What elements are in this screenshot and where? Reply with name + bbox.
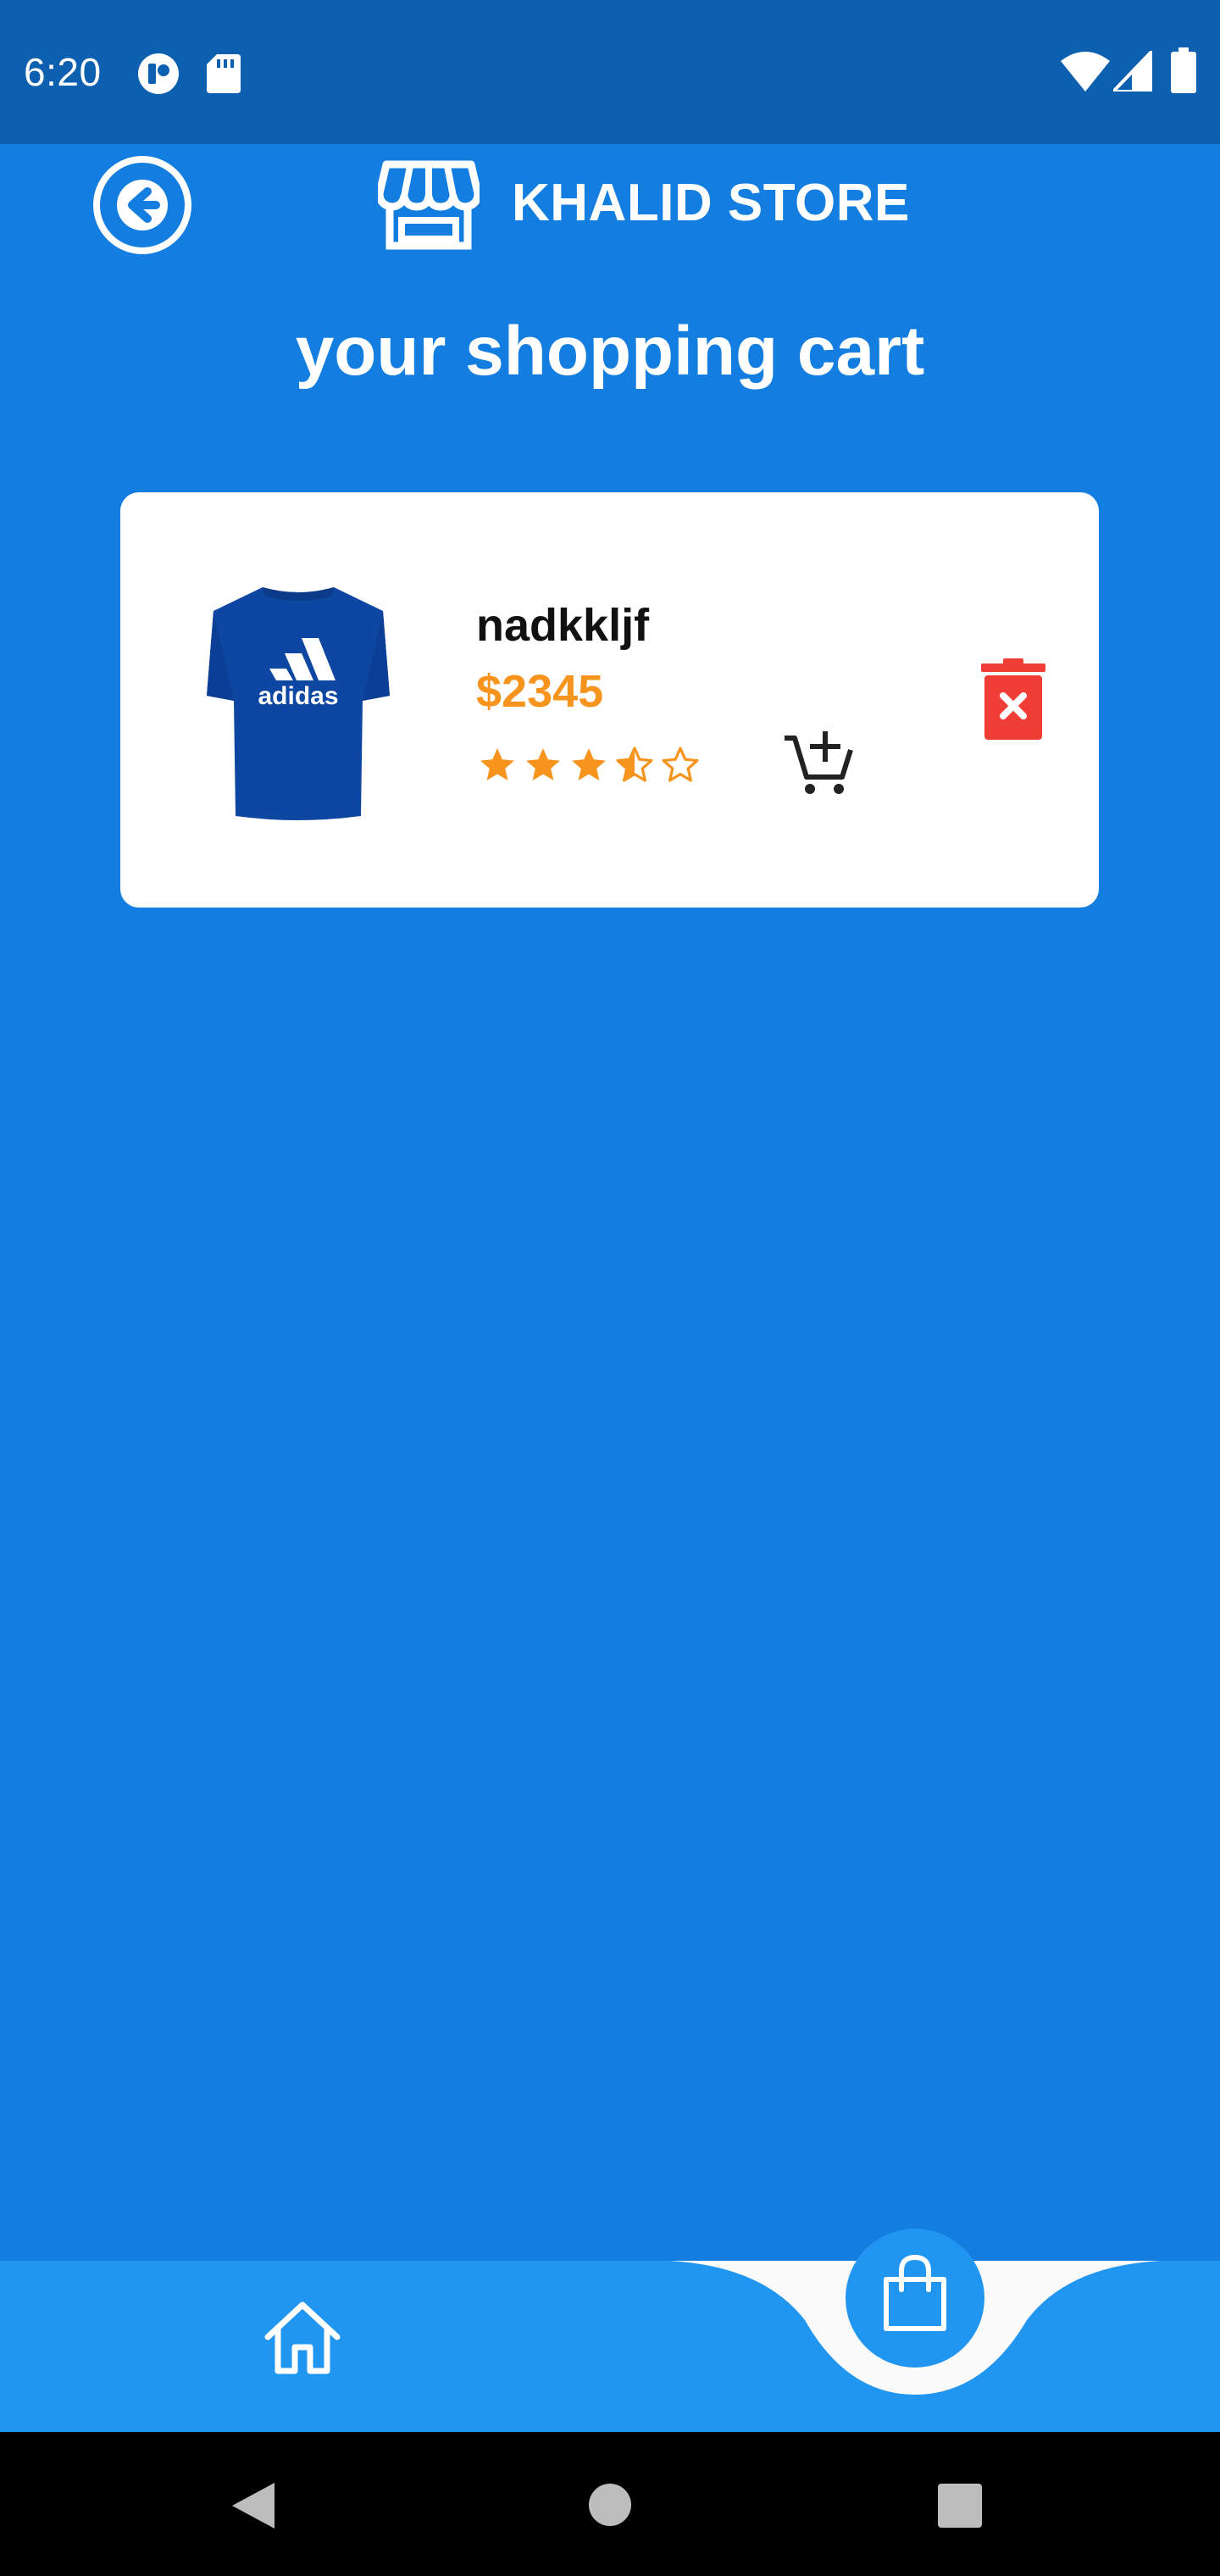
delete-item-button[interactable] xyxy=(981,658,1045,740)
add-to-cart-button[interactable] xyxy=(783,730,854,797)
product-image: adidas xyxy=(207,587,390,820)
product-logo-text: adidas xyxy=(258,682,338,710)
home-button[interactable] xyxy=(263,2300,342,2376)
cart-item-card[interactable]: adidas nadkkljf $2345 xyxy=(120,492,1099,908)
product-name: nadkkljf xyxy=(476,600,650,651)
star-icon xyxy=(480,748,514,780)
app-header: KHALID STORE xyxy=(0,144,1220,288)
recents-square-icon[interactable] xyxy=(937,2483,983,2529)
product-rating xyxy=(476,745,702,786)
status-bar: 6:20 xyxy=(0,0,1220,144)
star-icon xyxy=(572,748,606,780)
home-circle-icon[interactable] xyxy=(588,2483,632,2527)
battery-icon xyxy=(1171,47,1196,93)
back-triangle-icon[interactable] xyxy=(230,2481,276,2530)
back-button[interactable] xyxy=(93,156,191,254)
sd-card-icon xyxy=(207,54,241,93)
page-title: your shopping cart xyxy=(295,313,925,390)
status-time: 6:20 xyxy=(24,50,102,94)
star-outline-icon xyxy=(662,747,699,782)
wifi-icon xyxy=(1061,52,1110,92)
star-icon xyxy=(526,748,560,780)
signal-icon xyxy=(1113,51,1152,92)
nav-curve-notch xyxy=(669,2261,1161,2395)
storefront-icon xyxy=(378,160,480,250)
notification-app-icon xyxy=(138,53,179,94)
arrow-left-icon xyxy=(117,180,168,230)
shopping-bag-icon xyxy=(884,2254,946,2331)
store-name: KHALID STORE xyxy=(512,174,910,232)
star-half-icon xyxy=(616,747,653,782)
system-navigation-bar xyxy=(0,2432,1220,2576)
bottom-navigation xyxy=(0,2229,1220,2432)
product-price: $2345 xyxy=(476,666,604,717)
shopping-bag-button[interactable] xyxy=(846,2229,984,2368)
